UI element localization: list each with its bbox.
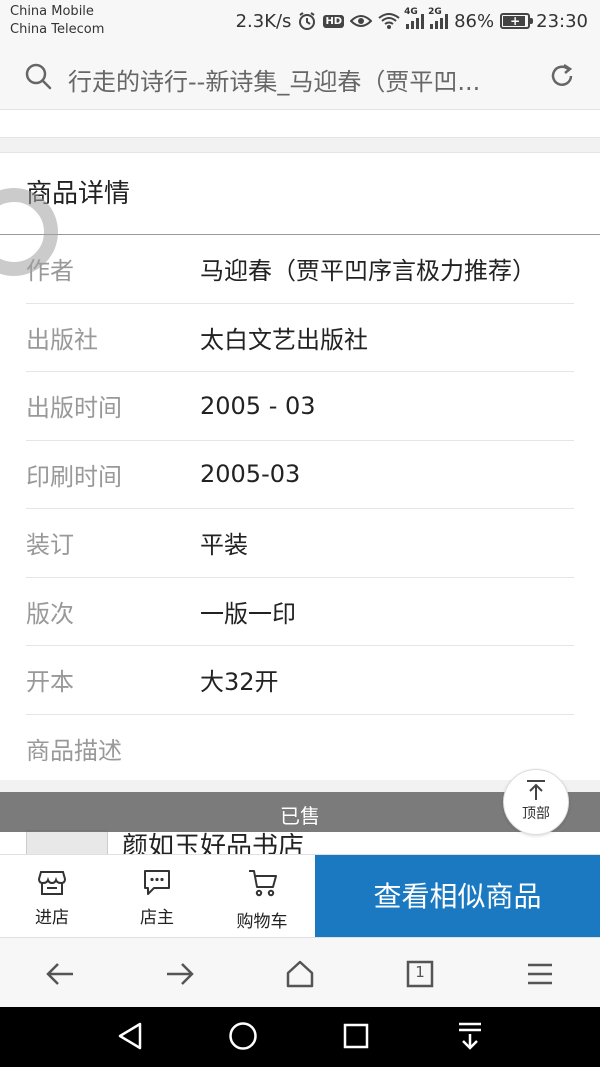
detail-label: 印刷时间 xyxy=(26,462,122,491)
contact-owner-button[interactable]: 店主 xyxy=(105,855,209,938)
system-nav-bar xyxy=(0,1007,600,1067)
menu-icon[interactable] xyxy=(524,958,556,994)
detail-value: 太白文艺出版社 xyxy=(200,325,368,354)
search-query[interactable]: 行走的诗行--新诗集_马迎春（贾平凹... xyxy=(68,62,528,97)
store-icon xyxy=(37,867,67,901)
system-recents-icon[interactable] xyxy=(342,1021,370,1055)
detail-label: 版次 xyxy=(26,599,74,628)
detail-label: 商品描述 xyxy=(26,737,122,766)
cart-button[interactable]: 购物车 xyxy=(210,855,314,938)
arrow-up-icon xyxy=(527,780,545,800)
back-to-top-label: 顶部 xyxy=(522,806,550,822)
system-home-icon[interactable] xyxy=(228,1021,258,1055)
eye-icon xyxy=(350,13,373,29)
home-icon[interactable] xyxy=(284,958,316,994)
network-speed: 2.3K/s xyxy=(235,10,292,32)
detail-row-publisher: 出版社 太白文艺出版社 xyxy=(26,304,574,372)
alarm-icon xyxy=(297,11,317,31)
chat-icon xyxy=(142,867,172,901)
owner-label: 店主 xyxy=(140,908,174,928)
clock: 23:30 xyxy=(536,10,588,32)
status-icons: 2.3K/s HD 4G 2G 86% + 23:30 xyxy=(235,7,588,34)
content-strip xyxy=(0,110,600,138)
detail-row-description: 商品描述 xyxy=(26,715,574,784)
detail-row-edition: 版次 一版一印 xyxy=(26,578,574,646)
detail-value: 一版一印 xyxy=(200,599,296,628)
battery-icon: + xyxy=(500,13,534,29)
detail-value: 马迎春（贾平凹序言极力推荐） xyxy=(200,257,536,286)
wifi-icon xyxy=(378,12,400,30)
hd-icon: HD xyxy=(323,14,345,28)
detail-label: 作者 xyxy=(26,257,74,286)
detail-value: 2005 - 03 xyxy=(200,391,316,420)
carrier-2: China Telecom xyxy=(10,22,105,37)
tabs-icon[interactable]: 1 xyxy=(404,958,436,994)
back-arrow-icon[interactable] xyxy=(44,958,76,994)
battery-percent: 86% xyxy=(454,10,495,32)
cart-icon xyxy=(247,867,279,903)
detail-label: 出版社 xyxy=(26,325,98,354)
view-similar-button[interactable]: 查看相似商品 xyxy=(315,855,600,938)
detail-label: 装订 xyxy=(26,531,74,560)
detail-row-author: 作者 马迎春（贾平凹序言极力推荐） xyxy=(26,235,574,304)
net-4g-label: 4G xyxy=(404,7,418,17)
browser-toolbar: 1 xyxy=(0,937,600,1007)
detail-row-format: 开本 大32开 xyxy=(26,646,574,715)
forward-arrow-icon[interactable] xyxy=(164,958,196,994)
detail-value: 大32开 xyxy=(200,668,279,697)
product-action-bar: 进店 店主 购物车 查看相似商品 xyxy=(0,854,600,938)
carrier-1: China Mobile xyxy=(10,4,94,19)
search-icon[interactable] xyxy=(24,62,52,94)
signal-2g-icon: 2G xyxy=(428,7,449,29)
notification-pulldown-icon[interactable] xyxy=(456,1021,484,1055)
system-back-icon[interactable] xyxy=(116,1021,144,1055)
cart-label: 购物车 xyxy=(236,912,288,932)
status-bar: China Mobile China Telecom 2.3K/s HD 4G … xyxy=(0,0,600,42)
detail-row-publish-date: 出版时间 2005 - 03 xyxy=(26,372,574,441)
tab-count: 1 xyxy=(415,963,425,981)
enter-store-label: 进店 xyxy=(35,908,69,928)
signal-4g-icon: 4G xyxy=(404,7,425,29)
shop-avatar[interactable] xyxy=(26,830,108,854)
detail-value: 平装 xyxy=(200,531,248,560)
refresh-icon[interactable] xyxy=(548,62,576,94)
detail-label: 出版时间 xyxy=(26,394,122,423)
details-table: 作者 马迎春（贾平凹序言极力推荐） 出版社 太白文艺出版社 出版时间 2005 … xyxy=(26,235,574,783)
browser-search-bar[interactable]: 行走的诗行--新诗集_马迎春（贾平凹... xyxy=(0,42,600,110)
detail-row-binding: 装订 平装 xyxy=(26,509,574,578)
product-details-card: 商品详情 作者 马迎春（贾平凹序言极力推荐） 出版社 太白文艺出版社 出版时间 … xyxy=(0,152,600,780)
enter-store-button[interactable]: 进店 xyxy=(0,855,104,938)
back-to-top-button[interactable]: 顶部 xyxy=(503,769,569,835)
detail-label: 开本 xyxy=(26,668,74,697)
net-2g-label: 2G xyxy=(428,7,442,17)
detail-value: 2005-03 xyxy=(200,460,301,489)
detail-row-print-date: 印刷时间 2005-03 xyxy=(26,441,574,509)
